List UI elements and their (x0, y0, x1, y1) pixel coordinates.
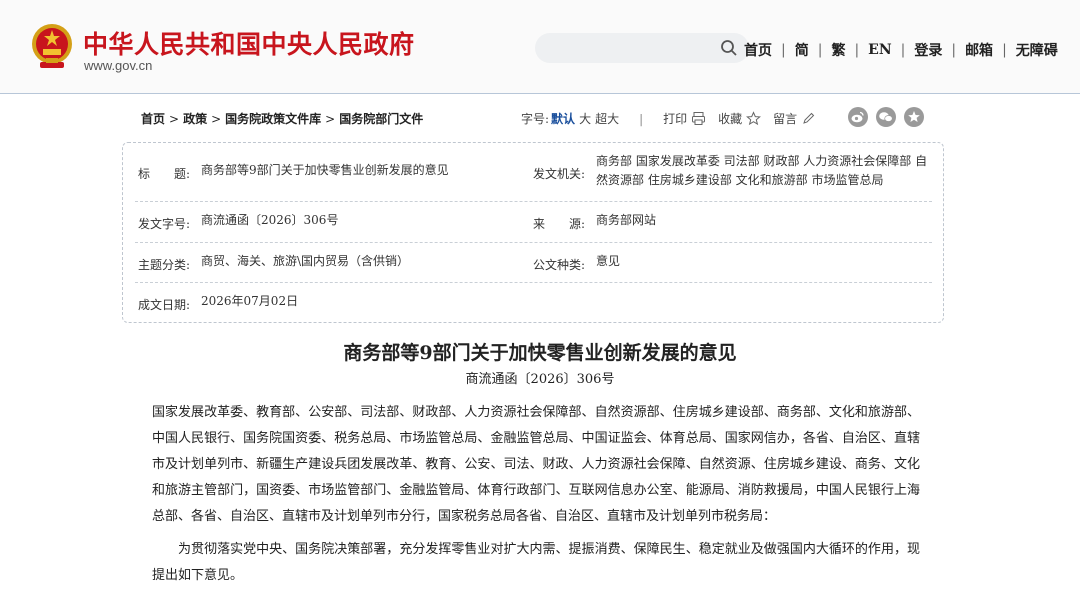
row-divider (135, 282, 932, 283)
issuer-label: 发文机关: (533, 167, 586, 181)
wechat-share-icon[interactable] (876, 107, 896, 127)
top-nav: 首页 | 简 | 繁 | EN | 登录 | 邮箱 | 无障碍 (744, 40, 1058, 60)
topic-value: 商贸、海关、旅游\国内贸易（含供销） (201, 254, 410, 268)
font-size-label: 字号: (521, 112, 550, 126)
favorite-share-icon[interactable] (904, 107, 924, 127)
date-value: 2026年07月02日 (201, 294, 299, 308)
national-emblem-icon[interactable] (30, 22, 74, 72)
date-label: 成文日期: (138, 298, 191, 312)
site-header: 中华人民共和国中央人民政府 www.gov.cn 首页 | 简 | 繁 | EN… (0, 0, 1080, 94)
doctype-label: 公文种类: (533, 258, 586, 272)
docno-value: 商流通函〔2026〕306号 (201, 213, 339, 227)
nav-accessibility[interactable]: 无障碍 (1016, 40, 1058, 60)
breadcrumb-separator: > (325, 112, 336, 126)
nav-login[interactable]: 登录 (914, 40, 942, 60)
article-addressees: 国家发展改革委、教育部、公安部、司法部、财政部、人力资源社会保障部、自然资源部、… (152, 405, 920, 524)
breadcrumb-policy[interactable]: 政策 (183, 112, 207, 126)
breadcrumb-separator: > (169, 112, 180, 126)
nav-separator: | (1002, 42, 1007, 58)
star-icon[interactable] (746, 111, 762, 126)
source-label: 来 源: (533, 217, 586, 231)
print-icon[interactable] (691, 111, 706, 126)
doctype-value: 意见 (596, 254, 621, 268)
site-title[interactable]: 中华人民共和国中央人民政府 (83, 25, 415, 61)
nav-separator: | (900, 42, 906, 58)
comment-button[interactable]: 留言 (773, 110, 797, 127)
nav-separator: | (781, 42, 786, 58)
nav-mail[interactable]: 邮箱 (965, 40, 993, 60)
nav-home[interactable]: 首页 (744, 40, 772, 60)
site-url[interactable]: www.gov.cn (84, 58, 152, 73)
breadcrumb-policy-library[interactable]: 国务院政策文件库 (225, 112, 321, 126)
search-input[interactable] (535, 33, 749, 63)
breadcrumb-separator: > (211, 112, 222, 126)
nav-english[interactable]: EN (868, 42, 891, 58)
article-intro: 为贯彻落实党中央、国务院决策部署，充分发挥零售业对扩大内需、提振消费、保障民生、… (152, 542, 920, 583)
source-value: 商务部网站 (596, 213, 657, 227)
breadcrumb: 首页 > 政策 > 国务院政策文件库 > 国务院部门文件 (141, 110, 423, 127)
row-divider (135, 201, 932, 202)
nav-separator: | (854, 42, 860, 58)
nav-traditional[interactable]: 繁 (831, 40, 845, 60)
font-size-large[interactable]: 大 (579, 110, 591, 127)
nav-separator: | (951, 42, 957, 58)
issuer-value: 商务部 国家发展改革委 司法部 财政部 人力资源社会保障部 自然资源部 住房城乡… (596, 154, 928, 187)
topic-label: 主题分类: (138, 258, 191, 272)
breadcrumb-department-docs[interactable]: 国务院部门文件 (339, 112, 423, 126)
pencil-icon[interactable] (801, 111, 816, 126)
weibo-share-icon[interactable] (848, 107, 868, 127)
font-size-default[interactable]: 默认 (551, 110, 575, 127)
title-value: 商务部等9部门关于加快零售业创新发展的意见 (201, 163, 449, 177)
breadcrumb-home[interactable]: 首页 (141, 112, 165, 126)
docno-label: 发文字号: (138, 217, 191, 231)
title-label: 标 题: (138, 167, 191, 181)
favorite-button[interactable]: 收藏 (718, 110, 742, 127)
article-toolbar: 字号: 默认 大 超大 | 打印 收藏 留言 (521, 110, 816, 127)
print-button[interactable]: 打印 (663, 110, 687, 127)
row-divider (135, 242, 932, 243)
toolbar-divider: | (639, 111, 644, 126)
nav-separator: | (817, 42, 823, 58)
article-docno: 商流通函〔2026〕306号 (465, 372, 615, 387)
search-icon[interactable] (720, 39, 738, 57)
article-title: 商务部等9部门关于加快零售业创新发展的意见 (343, 342, 737, 364)
document-info-panel: 标 题: 商务部等9部门关于加快零售业创新发展的意见 发文机关: 商务部 国家发… (122, 142, 944, 323)
font-size-xlarge[interactable]: 超大 (595, 110, 619, 127)
nav-simplified[interactable]: 简 (795, 40, 809, 60)
